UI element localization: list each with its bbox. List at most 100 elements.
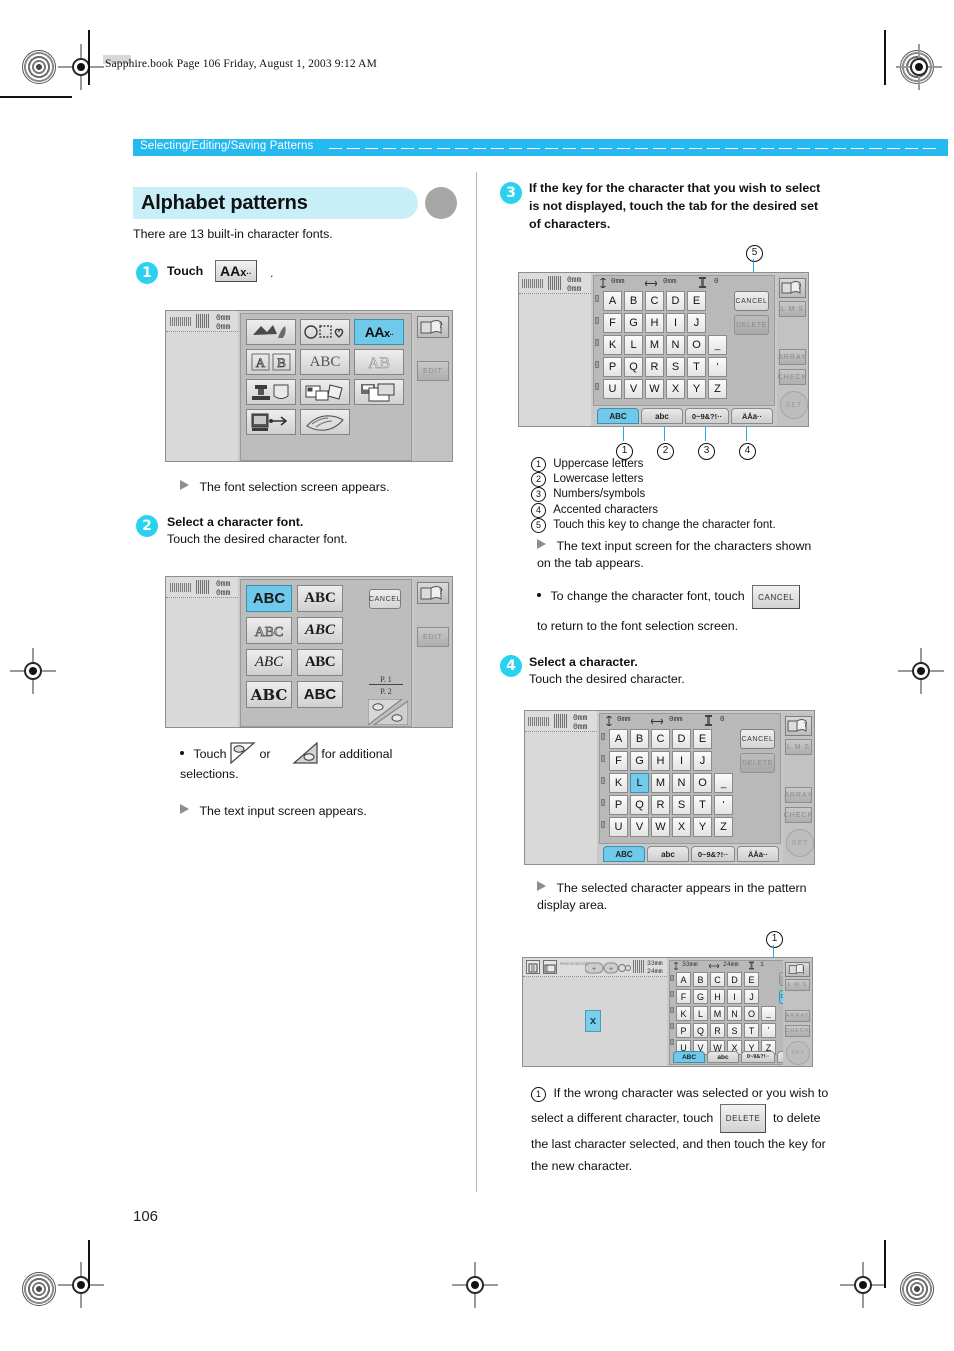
- key-Y[interactable]: Y: [687, 379, 706, 399]
- pattern-type-selection-screen[interactable]: 0mm 0mm AAx·· AB ABC AB ? EDIT: [165, 310, 453, 462]
- key-D-s5[interactable]: D: [727, 972, 742, 987]
- key-X-s4[interactable]: X: [672, 817, 691, 837]
- pattern-button-card[interactable]: [300, 379, 350, 405]
- accented-tab-s4[interactable]: ÄÅä··: [737, 846, 779, 862]
- pattern-button-quilting[interactable]: [246, 379, 296, 405]
- uppercase-tab-s5[interactable]: ABC: [673, 1051, 705, 1063]
- edit-button[interactable]: EDIT: [417, 361, 449, 381]
- key-P-s5[interactable]: P: [676, 1023, 691, 1038]
- scroll-nub-4-3[interactable]: [601, 777, 605, 784]
- key-F[interactable]: F: [603, 313, 622, 333]
- font-button-4[interactable]: ABC: [297, 617, 343, 644]
- numbers-symbols-tab-s5[interactable]: 0~9&?!··: [741, 1051, 775, 1063]
- uppercase-tab-s4[interactable]: ABC: [603, 846, 645, 862]
- font-button-7[interactable]: ABC: [246, 681, 292, 708]
- numbers-symbols-tab[interactable]: 0~9&?!··: [685, 408, 729, 424]
- font-selection-screen[interactable]: 0mm 0mm ABC ABC ABC ABC ABC ABC ABC ABC …: [165, 576, 453, 728]
- key-Q-s5[interactable]: Q: [693, 1023, 708, 1038]
- numbers-symbols-tab-s4[interactable]: 0~9&?!··: [691, 846, 735, 862]
- pattern-list-icon[interactable]: [526, 960, 540, 974]
- key-O[interactable]: O: [687, 335, 706, 355]
- key-C-s4[interactable]: C: [651, 729, 670, 749]
- lowercase-tab[interactable]: abc: [641, 408, 683, 424]
- key-E-s5[interactable]: E: [744, 972, 759, 987]
- size-lms-button[interactable]: L M S: [779, 301, 806, 317]
- key-underscore[interactable]: _: [708, 335, 727, 355]
- scroll-nub-3[interactable]: [595, 339, 599, 346]
- key-Q[interactable]: Q: [624, 357, 643, 377]
- key-I[interactable]: I: [666, 313, 685, 333]
- cancel-button-screen3[interactable]: CANCEL: [734, 291, 769, 311]
- key-Q-s4[interactable]: Q: [630, 795, 649, 815]
- font-button-1[interactable]: ABC: [246, 585, 292, 612]
- key-D[interactable]: D: [666, 291, 685, 311]
- key-M[interactable]: M: [645, 335, 664, 355]
- key-H[interactable]: H: [645, 313, 664, 333]
- zoom-controls[interactable]: + +: [584, 961, 631, 979]
- key-G-s5[interactable]: G: [693, 989, 708, 1004]
- delete-button-screen3[interactable]: DELETE: [734, 315, 769, 335]
- scroll-nub-4-4[interactable]: [601, 799, 605, 806]
- key-underscore-s5[interactable]: _: [761, 1006, 776, 1021]
- key-K[interactable]: K: [603, 335, 622, 355]
- key-H-s5[interactable]: H: [710, 989, 725, 1004]
- text-input-screen[interactable]: 0mm 0mm 0mm 0mm 0 A B C D E F G H I J K …: [518, 272, 809, 427]
- key-H-s4[interactable]: H: [651, 751, 670, 771]
- key-S-s5[interactable]: S: [727, 1023, 742, 1038]
- scroll-nub-5-1[interactable]: [670, 975, 674, 981]
- key-apostrophe[interactable]: ': [708, 357, 727, 377]
- scroll-nub-4[interactable]: [595, 361, 599, 368]
- key-X[interactable]: X: [666, 379, 685, 399]
- scroll-nub-4-1[interactable]: [601, 733, 605, 740]
- pattern-button-alphabet[interactable]: AAx··: [354, 319, 404, 345]
- key-A-s5[interactable]: A: [676, 972, 691, 987]
- key-Y-s4[interactable]: Y: [693, 817, 712, 837]
- help-button-screen4[interactable]: ?: [785, 716, 812, 736]
- page-turn-buttons[interactable]: [367, 698, 409, 727]
- key-W[interactable]: W: [645, 379, 664, 399]
- help-button[interactable]: ?: [417, 316, 449, 338]
- check-button[interactable]: CHECK: [778, 369, 806, 385]
- scroll-nub-5-2[interactable]: [670, 991, 674, 997]
- key-R-s4[interactable]: R: [651, 795, 670, 815]
- key-L[interactable]: L: [624, 335, 643, 355]
- key-A-s4[interactable]: A: [609, 729, 628, 749]
- pattern-button-decorative-alphabet[interactable]: AB: [246, 349, 296, 375]
- array-button-s5[interactable]: ARRAY: [785, 1010, 810, 1022]
- size-lms-button-s5[interactable]: L M S: [785, 979, 810, 991]
- check-button-s5[interactable]: CHECK: [785, 1025, 810, 1037]
- key-U[interactable]: U: [603, 379, 622, 399]
- help-button-screen2[interactable]: ?: [417, 582, 449, 604]
- key-N-s4[interactable]: N: [672, 773, 691, 793]
- font-button-3[interactable]: ABC: [246, 617, 292, 644]
- key-C[interactable]: C: [645, 291, 664, 311]
- set-button-s4[interactable]: SET: [786, 829, 814, 857]
- key-R-s5[interactable]: R: [710, 1023, 725, 1038]
- delete-button-screen4[interactable]: DELETE: [740, 753, 775, 773]
- pattern-button-outline-alphabet[interactable]: AB: [354, 349, 404, 375]
- cancel-button-screen2[interactable]: CANCEL: [369, 589, 401, 609]
- key-O-s4[interactable]: O: [693, 773, 712, 793]
- key-D-s4[interactable]: D: [672, 729, 691, 749]
- key-N-s5[interactable]: N: [727, 1006, 742, 1021]
- key-I-s5[interactable]: I: [727, 989, 742, 1004]
- key-V[interactable]: V: [624, 379, 643, 399]
- key-K-s5[interactable]: K: [676, 1006, 691, 1021]
- key-W-s4[interactable]: W: [651, 817, 670, 837]
- help-button-screen5[interactable]: ?: [785, 962, 810, 977]
- scroll-nub-1[interactable]: [595, 295, 599, 302]
- key-E[interactable]: E: [687, 291, 706, 311]
- key-N[interactable]: N: [666, 335, 685, 355]
- check-button-s4[interactable]: CHECK: [784, 807, 812, 823]
- key-J-s4[interactable]: J: [693, 751, 712, 771]
- cancel-button-screen4[interactable]: CANCEL: [740, 729, 775, 749]
- key-T[interactable]: T: [687, 357, 706, 377]
- key-T-s4[interactable]: T: [693, 795, 712, 815]
- key-F-s5[interactable]: F: [676, 989, 691, 1004]
- key-J[interactable]: J: [687, 313, 706, 333]
- key-V-s4[interactable]: V: [630, 817, 649, 837]
- pattern-button-saved[interactable]: [354, 379, 404, 405]
- hoop-icon[interactable]: [543, 960, 557, 974]
- key-S[interactable]: S: [666, 357, 685, 377]
- pattern-button-floral-alphabet[interactable]: ABC: [300, 349, 350, 375]
